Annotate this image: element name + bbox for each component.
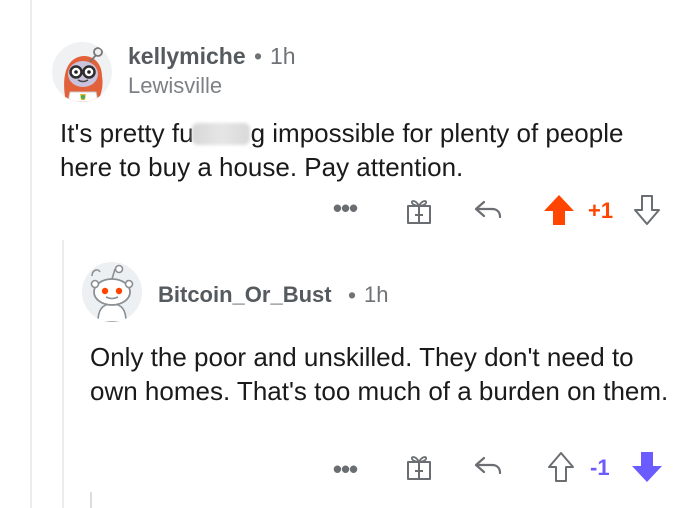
comment-body: Only the poor and unskilled. They don't … [90,342,669,406]
reply-icon [474,456,502,475]
more-options-icon: ••• [332,192,358,223]
vote-score: +1 [588,198,614,223]
reply-button[interactable] [472,452,504,480]
thread-line-nested[interactable] [62,240,64,508]
comment-body: It's pretty fu g impossible for plenty of… [60,116,680,184]
snoo-avatar-icon [52,42,112,102]
comment-body-part: It's pretty fu [60,118,194,148]
user-flair: Lewisville [128,73,223,98]
snoo-avatar-icon [82,262,142,322]
downvote-button[interactable] [630,450,664,484]
avatar[interactable] [52,42,112,102]
downvote-arrow-icon [634,195,660,225]
upvote-arrow-icon [548,452,574,482]
reply-button[interactable] [472,196,504,224]
meta-separator: • [254,43,263,69]
avatar[interactable] [82,262,142,322]
award-button[interactable] [404,196,434,226]
award-button[interactable] [404,452,434,482]
upvote-button[interactable] [542,193,576,227]
meta-separator: • [348,282,357,308]
comment-timestamp: 1h [270,43,296,69]
thread-line[interactable] [30,0,32,508]
downvote-button[interactable] [632,193,662,227]
upvote-arrow-icon [544,195,574,225]
downvote-arrow-icon [632,452,662,482]
more-options-button[interactable]: ••• [330,454,360,484]
redaction-blur [191,123,250,145]
gift-award-icon [407,456,431,480]
vote-score: -1 [590,455,610,480]
more-options-icon: ••• [332,453,358,484]
comment-timestamp: 1h [364,282,389,307]
more-options-button[interactable]: ••• [330,193,360,223]
comment-author[interactable]: kellymiche [128,43,246,70]
reply-icon [474,200,502,219]
comment-author[interactable]: Bitcoin_Or_Bust [158,282,332,308]
upvote-button[interactable] [546,450,576,484]
gift-award-icon [407,200,431,224]
thread-line-child [90,492,92,508]
